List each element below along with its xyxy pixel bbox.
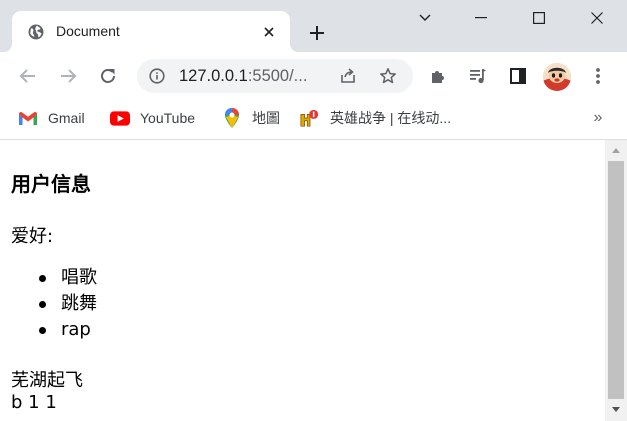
list-item: 唱歌 (11, 266, 97, 292)
hobby-text: rap (61, 319, 91, 340)
motto-text: 芜湖起飞 (11, 370, 83, 391)
bookmark-gmail[interactable]: Gmail (18, 106, 85, 130)
tab-document[interactable]: Document (12, 11, 290, 52)
reload-icon[interactable] (94, 62, 122, 90)
bookmarks-overflow-button[interactable]: » (588, 106, 608, 130)
bookmark-game[interactable]: 英雄战争 | 在线动... (300, 106, 451, 130)
scroll-up-arrow-icon[interactable] (605, 142, 627, 159)
bookmark-star-icon[interactable] (377, 65, 399, 87)
bookmark-label: YouTube (140, 110, 196, 126)
b-line-text: b 1 1 (11, 392, 57, 413)
page-viewport: 用户信息 爱好: 唱歌 跳舞 rap 芜湖起飞 b 1 1 (0, 140, 605, 421)
url-rest: :5500/... (247, 67, 308, 85)
bullet-icon (39, 327, 46, 334)
bookmark-label: 地圖 (252, 110, 280, 126)
bookmark-label: Gmail (48, 110, 85, 126)
bookmark-label: 英雄战争 | 在线动... (330, 110, 452, 126)
bullet-icon (39, 275, 46, 282)
back-icon[interactable] (14, 62, 42, 90)
tab-search-icon[interactable] (396, 0, 454, 36)
youtube-icon (110, 109, 130, 127)
scroll-down-arrow-icon[interactable] (605, 401, 627, 418)
site-info-icon[interactable] (149, 68, 165, 84)
bookmark-youtube[interactable]: YouTube (110, 106, 195, 130)
maps-icon (222, 108, 242, 128)
vertical-scrollbar[interactable] (605, 140, 627, 421)
gmail-icon (18, 109, 38, 127)
url-host: 127.0.0.1 (179, 67, 248, 85)
hobby-label: 爱好: (11, 226, 54, 247)
tab-close-icon[interactable] (259, 22, 279, 42)
page-title: 用户信息 (11, 172, 91, 196)
close-window-icon[interactable] (568, 0, 626, 36)
more-menu-icon[interactable] (584, 62, 612, 90)
list-item: 跳舞 (11, 292, 97, 318)
forward-icon[interactable] (54, 62, 82, 90)
game-icon (300, 109, 320, 127)
profile-avatar[interactable] (543, 63, 571, 91)
hobby-text: 跳舞 (61, 293, 97, 314)
extensions-puzzle-icon[interactable] (424, 62, 452, 90)
media-control-icon[interactable] (464, 62, 492, 90)
side-panel-icon[interactable] (504, 62, 532, 90)
title-bar: Document (0, 0, 627, 52)
hobby-text: 唱歌 (61, 267, 97, 288)
bullet-icon (39, 301, 46, 308)
scroll-thumb[interactable] (608, 161, 624, 399)
bookmarks-bar: Gmail YouTube 地圖 英雄战争 | 在线动... » (0, 100, 627, 136)
url-text[interactable]: 127.0.0.1:5500/... (179, 67, 307, 86)
bookmark-maps[interactable]: 地圖 (222, 106, 280, 130)
tab-title: Document (56, 23, 120, 39)
maximize-icon[interactable] (510, 0, 568, 36)
globe-icon (28, 24, 44, 40)
address-bar[interactable]: 127.0.0.1:5500/... (137, 59, 413, 93)
list-item: rap (11, 318, 97, 344)
share-icon[interactable] (337, 65, 359, 87)
hobby-list: 唱歌 跳舞 rap (11, 266, 97, 344)
browser-toolbar: 127.0.0.1:5500/... (0, 52, 627, 100)
new-tab-button[interactable] (304, 20, 330, 46)
minimize-icon[interactable] (452, 0, 510, 36)
